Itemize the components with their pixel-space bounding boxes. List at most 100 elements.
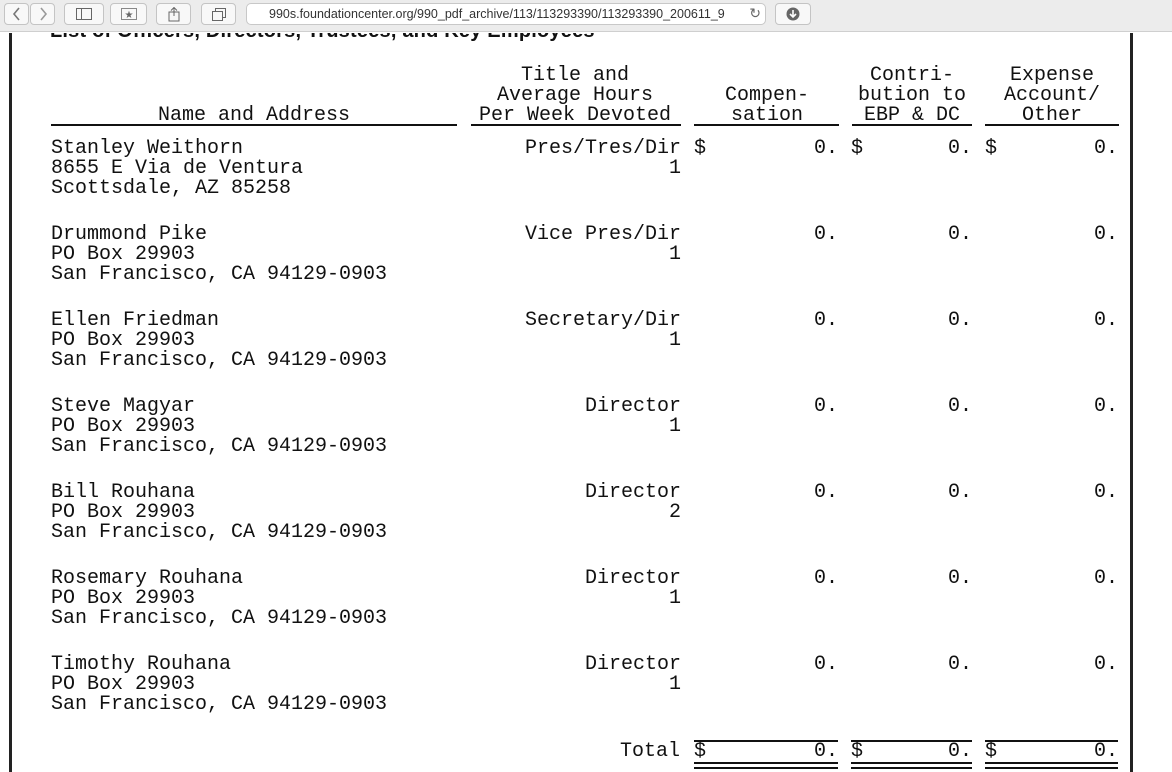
officer-name: Drummond Pike — [51, 223, 208, 246]
officer-title: Director — [584, 567, 681, 590]
contrib-header-rule — [852, 124, 972, 126]
star-icon: ★ — [120, 8, 137, 20]
col-expense-line1: Expense — [1009, 64, 1094, 87]
chevron-right-icon — [39, 7, 47, 21]
officer-address-line1: PO Box 29903 — [51, 329, 196, 352]
officer-hours: 1 — [668, 587, 681, 610]
comp-dollar-sign: $ — [694, 137, 707, 160]
officer-address-line2: San Francisco, CA 94129-0903 — [51, 521, 388, 544]
comp-header-rule — [694, 124, 839, 126]
total-contrib-rule-2 — [851, 767, 972, 769]
url-text: 990s.foundationcenter.org/990_pdf_archiv… — [269, 7, 725, 21]
total-contrib-rule-1 — [851, 762, 972, 764]
officer-title: Vice Pres/Dir — [524, 223, 681, 246]
col-contrib-line3: EBP & DC — [863, 104, 960, 127]
officer-name: Rosemary Rouhana — [51, 567, 244, 590]
officer-compensation: 0. — [813, 223, 838, 246]
tabs-button[interactable] — [201, 3, 236, 25]
officer-title: Secretary/Dir — [524, 309, 681, 332]
back-button[interactable] — [4, 3, 29, 25]
col-title-line3: Per Week Devoted — [478, 104, 672, 127]
officer-expense: 0. — [1093, 653, 1118, 676]
total-comp-top-rule — [694, 740, 838, 742]
downloads-button[interactable] — [775, 3, 811, 25]
officer-compensation: 0. — [813, 309, 838, 332]
officer-address-line1: PO Box 29903 — [51, 673, 196, 696]
officer-title: Director — [584, 653, 681, 676]
page-left-border — [9, 33, 12, 772]
pdf-document[interactable]: List of Officers, Directors, Trustees, a… — [0, 33, 1172, 772]
address-bar[interactable]: 990s.foundationcenter.org/990_pdf_archiv… — [246, 3, 766, 25]
officer-address-line1: PO Box 29903 — [51, 415, 196, 438]
officer-hours: 1 — [668, 157, 681, 180]
officer-name: Steve Magyar — [51, 395, 196, 418]
officer-contribution: 0. — [947, 309, 972, 332]
officer-address-line2: San Francisco, CA 94129-0903 — [51, 607, 388, 630]
total-contrib-top-rule — [851, 740, 972, 742]
total-comp-rule-1 — [694, 762, 838, 764]
share-icon — [168, 6, 179, 21]
officer-expense: 0. — [1093, 223, 1118, 246]
total-expense: 0. — [1093, 740, 1118, 763]
sidebar-button[interactable] — [64, 3, 104, 25]
officer-address-line2: San Francisco, CA 94129-0903 — [51, 435, 388, 458]
col-expense-line2: Account/ — [1003, 84, 1100, 107]
officer-expense: 0. — [1093, 567, 1118, 590]
officer-title: Director — [584, 481, 681, 504]
total-comp-dollar: $ — [694, 740, 707, 763]
expense-dollar-sign: $ — [985, 137, 998, 160]
col-contrib-line2: bution to — [857, 84, 967, 107]
total-contrib: 0. — [947, 740, 972, 763]
officer-expense: 0. — [1093, 395, 1118, 418]
officer-address-line2: San Francisco, CA 94129-0903 — [51, 349, 388, 372]
col-title-line2: Average Hours — [496, 84, 654, 107]
sidebar-icon — [76, 8, 92, 20]
total-expense-rule-2 — [985, 767, 1118, 769]
title-header-rule — [471, 124, 681, 126]
officer-name: Bill Rouhana — [51, 481, 196, 504]
total-expense-dollar: $ — [985, 740, 998, 763]
browser-toolbar: ★ 990s.foundationcenter.org/990_pdf_arch… — [0, 0, 1172, 32]
officer-hours: 1 — [668, 243, 681, 266]
officer-contribution: 0. — [947, 653, 972, 676]
col-contrib-line1: Contri- — [869, 64, 954, 87]
download-icon — [786, 7, 800, 21]
officer-address-line2: San Francisco, CA 94129-0903 — [51, 263, 388, 286]
officer-hours: 1 — [668, 673, 681, 696]
tabs-icon — [211, 7, 226, 21]
bookmarks-button[interactable]: ★ — [110, 3, 147, 25]
total-comp: 0. — [813, 740, 838, 763]
total-comp-rule-2 — [694, 767, 838, 769]
col-name-header: Name and Address — [157, 104, 351, 127]
page-right-border — [1130, 33, 1133, 772]
officer-name: Stanley Weithorn — [51, 137, 244, 160]
forward-button[interactable] — [30, 3, 55, 25]
col-comp-line1: Compen- — [724, 84, 809, 107]
total-label: Total — [619, 740, 680, 763]
officer-contribution: 0. — [947, 395, 972, 418]
officer-title: Director — [584, 395, 681, 418]
col-title-line1: Title and — [520, 64, 630, 87]
officer-address-line1: PO Box 29903 — [51, 587, 196, 610]
officer-compensation: 0. — [813, 481, 838, 504]
officer-contribution: 0. — [947, 137, 972, 160]
svg-text:★: ★ — [124, 10, 133, 20]
total-expense-top-rule — [985, 740, 1118, 742]
officer-address-line2: Scottsdale, AZ 85258 — [51, 177, 292, 200]
officer-contribution: 0. — [947, 223, 972, 246]
officer-contribution: 0. — [947, 567, 972, 590]
section-heading: List of Officers, Directors, Trustees, a… — [50, 33, 595, 43]
total-expense-rule-1 — [985, 762, 1118, 764]
officer-hours: 1 — [668, 329, 681, 352]
share-button[interactable] — [156, 3, 191, 25]
reload-icon[interactable]: ↻ — [749, 5, 761, 22]
officer-compensation: 0. — [813, 653, 838, 676]
officer-compensation: 0. — [813, 137, 838, 160]
expense-header-rule — [985, 124, 1119, 126]
col-expense-line3: Other — [1021, 104, 1082, 127]
officer-hours: 1 — [668, 415, 681, 438]
col-comp-line2: sation — [730, 104, 803, 127]
officer-title: Pres/Tres/Dir — [524, 137, 681, 160]
officer-compensation: 0. — [813, 395, 838, 418]
chevron-left-icon — [12, 7, 20, 21]
